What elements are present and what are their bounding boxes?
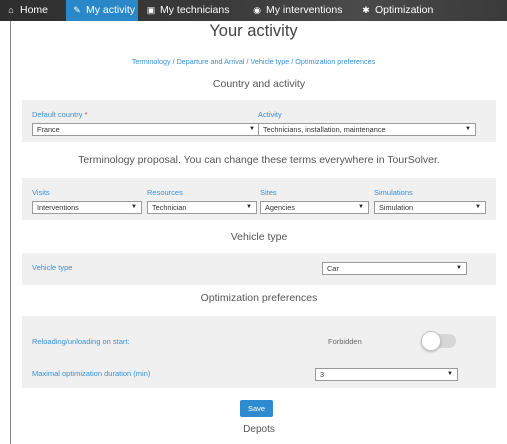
nav-my-activity-label: My activity	[86, 4, 136, 16]
sites-select[interactable]: Agencies ▼	[260, 201, 369, 214]
vehicle-type-select[interactable]: Car ▼	[322, 262, 467, 275]
terminology-title: Terminology proposal. You can change the…	[78, 154, 440, 166]
optimization-preferences-title: Optimization preferences	[200, 292, 318, 304]
nav-home-label: Home	[20, 4, 49, 16]
optimization-duration-select[interactable]: 3 ▼	[315, 368, 458, 381]
depots-title: Depots	[243, 424, 275, 435]
activity-value: Technicians, installation, maintenance	[263, 125, 386, 134]
breadcrumb-departure-arrival[interactable]: Departure and Arrival	[177, 57, 245, 66]
sites-label: Sites	[260, 188, 277, 197]
optimization-panel: Reloading/unloading on start: Forbidden …	[22, 316, 496, 388]
visits-value: Interventions	[37, 203, 79, 212]
breadcrumb-separator: /	[291, 57, 294, 66]
required-mark: *	[84, 110, 88, 119]
activity-select[interactable]: Technicians, installation, maintenance ▼	[258, 123, 476, 136]
reloading-status: Forbidden	[328, 337, 362, 346]
country-activity-title: Country and activity	[212, 78, 306, 90]
default-country-label-text: Default country	[32, 110, 83, 119]
map-marker-icon: ◉	[253, 5, 261, 15]
nav-home[interactable]: ⌂ Home	[0, 0, 66, 21]
reloading-toggle[interactable]	[421, 331, 456, 351]
breadcrumb-vehicle-type[interactable]: Vehicle type	[251, 57, 290, 66]
chevron-down-icon: ▼	[447, 371, 453, 377]
simulations-select[interactable]: Simulation ▼	[374, 201, 486, 214]
chevron-down-icon: ▼	[131, 204, 137, 210]
nav-my-technicians[interactable]: ▣ My technicians	[142, 0, 242, 21]
top-navbar: ⌂ Home ✎ My activity ▣ My technicians ◉ My i…	[0, 0, 507, 21]
optimization-duration-value: 3	[320, 370, 325, 379]
visits-label: Visits	[32, 188, 50, 197]
breadcrumb: Terminology / Departure and Arrival / Ve…	[0, 57, 507, 66]
simulations-value: Simulation	[379, 203, 414, 212]
optimization-duration-label: Maximal optimization duration (min)	[32, 369, 151, 378]
chevron-down-icon: ▼	[475, 204, 481, 210]
default-country-value: France	[37, 125, 60, 134]
gear-icon: ✱	[362, 5, 370, 15]
visits-select[interactable]: Interventions ▼	[32, 201, 142, 214]
chevron-down-icon: ▼	[358, 204, 364, 210]
save-button[interactable]: Save	[240, 400, 273, 417]
vehicle-type-label: Vehicle type	[32, 263, 73, 272]
nav-my-technicians-label: My technicians	[160, 4, 230, 16]
chevron-down-icon: ▼	[456, 265, 462, 271]
toggle-knob	[421, 331, 441, 351]
home-icon: ⌂	[8, 5, 14, 15]
terminology-panel: Visits Interventions ▼ Resources Technic…	[22, 178, 496, 220]
vehicle-type-value: Car	[327, 264, 339, 273]
nav-optimization[interactable]: ✱ Optimization	[357, 0, 447, 21]
car-icon: ▣	[146, 5, 156, 15]
page-title: Your activity	[209, 22, 298, 40]
default-country-label: Default country *	[32, 110, 87, 119]
simulations-label: Simulations	[374, 188, 413, 197]
default-country-select[interactable]: France ▼	[32, 123, 260, 136]
nav-optimization-label: Optimization	[375, 4, 434, 16]
vehicle-type-title: Vehicle type	[230, 231, 288, 243]
resources-select[interactable]: Technician ▼	[147, 201, 257, 214]
nav-my-interventions-label: My interventions	[266, 4, 343, 16]
breadcrumb-optimization-preferences[interactable]: Optimization preferences	[295, 57, 375, 66]
activity-label: Activity	[258, 110, 282, 119]
pencil-icon: ✎	[73, 5, 81, 15]
reloading-label: Reloading/unloading on start:	[32, 337, 130, 346]
resources-value: Technician	[152, 203, 187, 212]
chevron-down-icon: ▼	[465, 126, 471, 132]
vehicle-type-panel: Vehicle type Car ▼	[22, 253, 496, 285]
country-activity-panel: Default country * France ▼ Activity Tech…	[22, 100, 496, 142]
chevron-down-icon: ▼	[249, 126, 255, 132]
breadcrumb-terminology[interactable]: Terminology	[132, 57, 171, 66]
breadcrumb-separator: /	[172, 57, 175, 66]
resources-label: Resources	[147, 188, 183, 197]
chevron-down-icon: ▼	[246, 204, 252, 210]
sites-value: Agencies	[265, 203, 296, 212]
nav-my-activity[interactable]: ✎ My activity	[66, 0, 138, 21]
nav-my-interventions[interactable]: ◉ My interventions	[248, 0, 348, 21]
breadcrumb-separator: /	[246, 57, 249, 66]
